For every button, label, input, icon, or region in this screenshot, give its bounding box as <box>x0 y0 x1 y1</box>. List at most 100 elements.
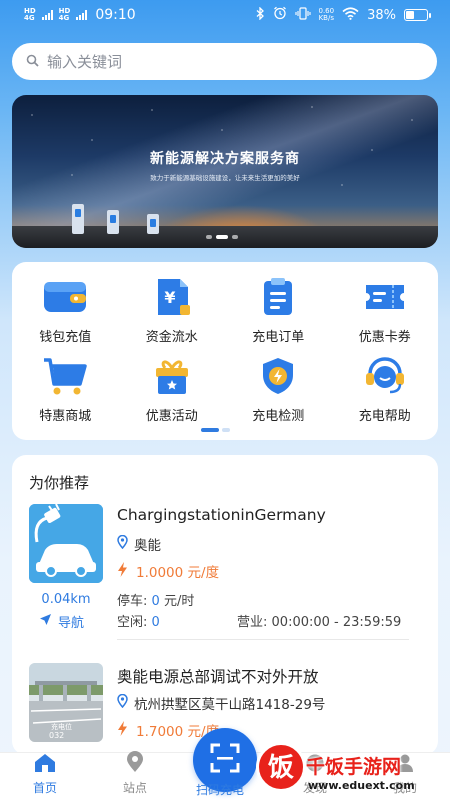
navigate-button[interactable]: 导航 <box>39 612 84 631</box>
station-thumbnail <box>29 504 103 583</box>
menu-charge-help[interactable]: 充电帮助 <box>332 355 439 424</box>
station-price: 1.0000 元/度 <box>136 565 220 581</box>
clock: 09:10 <box>95 7 136 23</box>
wifi-icon <box>342 6 359 24</box>
menu-page-dot <box>201 428 219 432</box>
charger-illustration <box>107 210 119 234</box>
charger-illustration <box>147 214 159 234</box>
navigation-arrow-icon <box>39 613 52 630</box>
battery-percent: 38% <box>367 7 396 23</box>
watermark-logo: 饭 <box>256 742 306 792</box>
menu-fund-flow[interactable]: ¥ 资金流水 <box>119 276 226 345</box>
menu-charge-check[interactable]: 充电检测 <box>225 355 332 424</box>
menu-label: 优惠活动 <box>145 409 198 424</box>
banner-dot[interactable] <box>206 235 212 239</box>
home-icon <box>33 753 57 777</box>
charger-illustration <box>72 204 84 234</box>
recommend-card: 为你推荐 ChargingstationinGermany 奥能 1.0000 … <box>12 455 438 755</box>
network-2-indicator: HD 4G <box>59 8 71 22</box>
scan-icon <box>210 743 240 777</box>
parking-value: 0 <box>151 594 160 609</box>
tab-stations[interactable]: 站点 <box>90 751 180 800</box>
search-input[interactable] <box>47 52 407 71</box>
parking-fee-row: 停车: 0 元/时 <box>117 590 194 609</box>
watermark-site-name: 千饭手游网 <box>306 756 402 778</box>
tab-home[interactable]: 首页 <box>0 753 90 800</box>
station-operator-row: 奥能 <box>117 534 161 554</box>
status-left: HD 4G HD 4G 09:10 <box>24 7 136 23</box>
recommend-title: 为你推荐 <box>29 474 90 492</box>
status-bar: HD 4G HD 4G 09:10 0.60 KB/s 38% <box>0 0 450 30</box>
menu-label: 优惠卡券 <box>358 330 411 345</box>
shopping-cart-icon <box>42 355 88 397</box>
svg-text:¥: ¥ <box>164 288 175 307</box>
signal-2-icon <box>76 10 88 20</box>
alarm-icon <box>273 6 287 24</box>
menu-promotions[interactable]: 优惠活动 <box>119 355 226 424</box>
gift-icon <box>149 355 195 397</box>
menu-label: 特惠商城 <box>39 409 92 424</box>
lightning-icon <box>117 561 128 581</box>
svg-text:充电位: 充电位 <box>51 722 72 731</box>
menu-wallet-recharge[interactable]: 钱包充值 <box>12 276 119 345</box>
watermark-url: www.eduext.com <box>308 779 415 792</box>
tab-label: 站点 <box>122 781 147 795</box>
menu-label: 充电帮助 <box>358 409 411 424</box>
network-1-type: 4G <box>24 14 35 22</box>
station-name: ChargingstationinGermany <box>117 506 326 524</box>
network-speed-unit: KB/s <box>318 14 334 22</box>
watermark-logo-char: 饭 <box>268 753 294 783</box>
menu-label: 充电订单 <box>252 330 305 345</box>
station-price-row: 1.0000 元/度 <box>117 561 219 581</box>
parking-unit: 元/时 <box>163 594 195 609</box>
network-1-indicator: HD 4G <box>24 8 36 22</box>
menu-label: 资金流水 <box>145 330 198 345</box>
location-pin-icon <box>126 751 144 777</box>
yuan-document-icon: ¥ <box>149 276 195 318</box>
hours-label: 营业: <box>237 615 268 630</box>
signal-1-icon <box>41 10 53 20</box>
business-hours-row: 营业: 00:00:00 - 23:59:59 <box>237 611 401 630</box>
network-speed: 0.60 KB/s <box>319 8 335 22</box>
menu-page-indicator <box>201 428 230 432</box>
lightning-icon <box>117 720 128 740</box>
clipboard-icon <box>255 276 301 318</box>
vibrate-icon <box>294 6 311 24</box>
ticket-icon <box>362 276 408 318</box>
banner-title: 新能源解决方案服务商 <box>150 151 300 167</box>
station-operator: 奥能 <box>134 538 161 554</box>
station-address-row: 杭州拱墅区莫干山路1418-29号 <box>117 693 325 713</box>
menu-coupons[interactable]: 优惠卡券 <box>332 276 439 345</box>
menu-discount-mall[interactable]: 特惠商城 <box>12 355 119 424</box>
parking-label: 停车: <box>117 594 148 609</box>
network-2-type: 4G <box>58 14 70 22</box>
station-distance: 0.04km <box>41 592 91 607</box>
status-right: 0.60 KB/s 38% <box>256 5 431 24</box>
hours-value: 00:00:00 - 23:59:59 <box>271 615 402 630</box>
station-name: 奥能电源总部调试不对外开放 <box>117 668 319 686</box>
shield-bolt-icon <box>255 355 301 397</box>
search-icon <box>26 52 39 71</box>
search-bar[interactable] <box>12 43 437 80</box>
station-address: 杭州拱墅区莫干山路1418-29号 <box>134 697 326 713</box>
promo-banner[interactable]: 新能源解决方案服务商 致力于新能源基础设施建设，让未来生活更加的美好 <box>12 95 438 248</box>
headset-icon <box>362 355 408 397</box>
banner-dot[interactable] <box>232 235 238 239</box>
quick-menu-grid: 钱包充值 ¥ 资金流水 充电订单 优惠卡券 特惠商城 优惠活动 充电检测 充电帮… <box>12 276 438 424</box>
station-card[interactable]: ChargingstationinGermany 奥能 1.0000 元/度 0… <box>29 504 424 644</box>
banner-subtitle: 致力于新能源基础设施建设，让未来生活更加的美好 <box>150 174 300 182</box>
tab-label: 首页 <box>32 781 57 795</box>
station-divider <box>117 639 409 640</box>
svg-text:032: 032 <box>49 731 64 740</box>
menu-charge-orders[interactable]: 充电订单 <box>225 276 332 345</box>
banner-dot[interactable] <box>216 235 228 239</box>
banner-indicator <box>206 235 238 239</box>
idle-row: 空闲: 0 <box>117 611 160 630</box>
menu-label: 钱包充值 <box>39 330 92 345</box>
station-thumbnail: 充电位 032 <box>29 663 103 742</box>
location-pin-icon <box>117 534 128 553</box>
wallet-icon <box>42 276 88 318</box>
idle-label: 空闲: <box>117 615 148 630</box>
navigate-label: 导航 <box>58 616 85 631</box>
quick-menu-card: 钱包充值 ¥ 资金流水 充电订单 优惠卡券 特惠商城 优惠活动 充电检测 充电帮… <box>12 262 438 440</box>
